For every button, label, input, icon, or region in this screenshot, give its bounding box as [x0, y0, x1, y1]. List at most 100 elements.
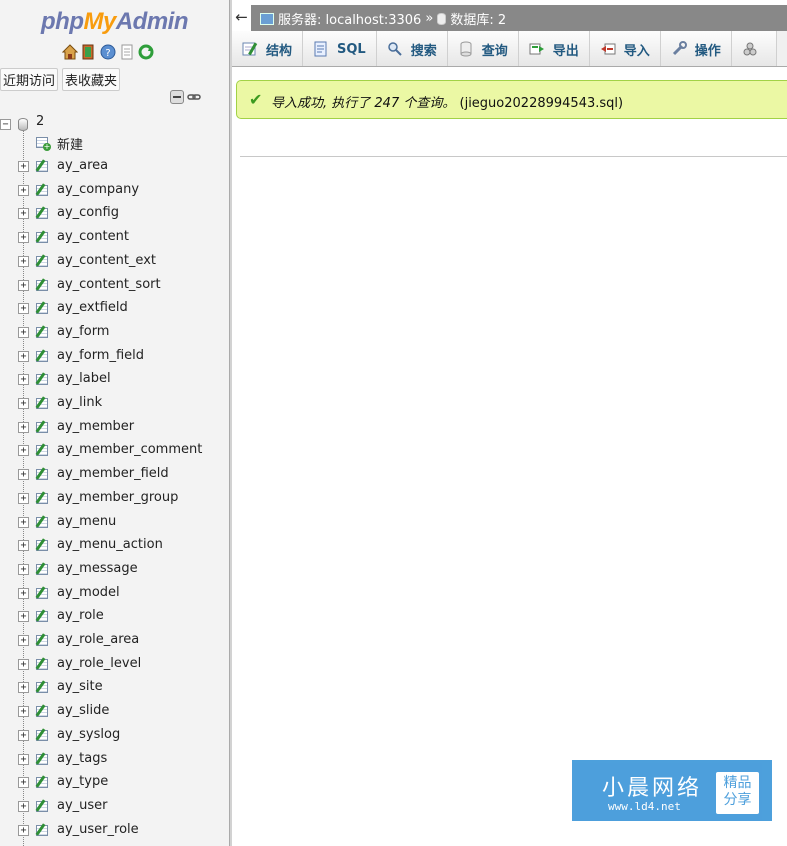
table-name[interactable]: ay_message — [57, 561, 138, 576]
table-icon[interactable] — [34, 609, 50, 623]
table-name[interactable]: ay_user_role — [57, 822, 139, 837]
expand-icon[interactable]: + — [18, 729, 29, 741]
tree-table-item[interactable]: + ay_link — [0, 393, 229, 415]
tree-table-item[interactable]: + ay_area — [0, 156, 229, 178]
expand-icon[interactable]: + — [18, 326, 29, 338]
expand-icon[interactable]: + — [18, 540, 29, 552]
tree-table-item[interactable]: + ay_menu — [0, 512, 229, 534]
expand-icon[interactable]: + — [18, 492, 29, 504]
breadcrumb-database[interactable]: 数据库: 2 — [450, 9, 506, 28]
expand-icon[interactable]: + — [18, 184, 29, 196]
table-icon[interactable] — [34, 159, 50, 173]
tree-new-table[interactable]: + 新建 — [0, 132, 229, 154]
expand-icon[interactable]: + — [18, 563, 29, 575]
collapse-all-icon[interactable] — [170, 90, 184, 104]
table-icon[interactable] — [34, 704, 50, 718]
collapse-icon[interactable]: − — [0, 119, 11, 130]
expand-icon[interactable]: + — [18, 824, 29, 836]
home-icon[interactable] — [61, 44, 79, 60]
tree-table-item[interactable]: + ay_member — [0, 417, 229, 439]
tree-table-item[interactable]: + ay_model — [0, 583, 229, 605]
table-icon[interactable] — [34, 657, 50, 671]
table-name[interactable]: ay_site — [57, 679, 103, 694]
tree-table-item[interactable]: + ay_role — [0, 606, 229, 628]
expand-icon[interactable]: + — [18, 800, 29, 812]
table-icon[interactable] — [34, 491, 50, 505]
tree-table-item[interactable]: + ay_content_sort — [0, 275, 229, 297]
reload-icon[interactable] — [138, 44, 154, 60]
table-icon[interactable] — [34, 443, 50, 457]
table-name[interactable]: ay_menu_action — [57, 537, 163, 552]
expand-icon[interactable]: + — [18, 232, 29, 244]
tree-table-item[interactable]: + ay_content_ext — [0, 251, 229, 273]
tab-structure[interactable]: 结构 — [232, 31, 304, 66]
tab-more[interactable] — [731, 31, 777, 66]
table-name[interactable]: ay_slide — [57, 703, 109, 718]
tree-table-item[interactable]: + ay_extfield — [0, 298, 229, 320]
table-name[interactable]: ay_model — [57, 585, 120, 600]
table-icon[interactable] — [34, 562, 50, 576]
table-icon[interactable] — [34, 799, 50, 813]
table-name[interactable]: ay_config — [57, 205, 119, 220]
expand-icon[interactable]: + — [18, 303, 29, 315]
tree-table-item[interactable]: + ay_form — [0, 322, 229, 344]
expand-icon[interactable]: + — [18, 777, 29, 789]
expand-icon[interactable]: + — [18, 587, 29, 599]
table-name[interactable]: ay_member_group — [57, 490, 178, 505]
help-icon[interactable]: ? — [100, 44, 116, 60]
table-name[interactable]: ay_role_level — [57, 656, 141, 671]
tree-table-item[interactable]: + ay_member_field — [0, 464, 229, 486]
tree-table-item[interactable]: + ay_role_level — [0, 654, 229, 676]
back-arrow-icon[interactable]: ← — [232, 5, 252, 31]
table-name[interactable]: ay_area — [57, 158, 108, 173]
expand-icon[interactable]: + — [18, 161, 29, 172]
docs-icon[interactable] — [119, 44, 135, 60]
table-name[interactable]: ay_content_sort — [57, 277, 161, 292]
tree-table-item[interactable]: + ay_label — [0, 369, 229, 391]
expand-icon[interactable]: + — [18, 421, 29, 433]
table-icon[interactable] — [34, 254, 50, 268]
expand-icon[interactable]: + — [18, 658, 29, 670]
table-name[interactable]: ay_label — [57, 371, 111, 386]
expand-icon[interactable]: + — [18, 350, 29, 362]
expand-icon[interactable]: + — [18, 445, 29, 457]
expand-icon[interactable]: + — [18, 516, 29, 528]
tab-import[interactable]: 导入 — [589, 31, 661, 66]
table-name[interactable]: ay_role — [57, 608, 104, 623]
table-name[interactable]: ay_content — [57, 229, 129, 244]
table-name[interactable]: ay_form_field — [57, 348, 144, 363]
exit-icon[interactable] — [81, 44, 97, 60]
expand-icon[interactable]: + — [18, 208, 29, 220]
table-icon[interactable] — [34, 633, 50, 647]
tree-table-item[interactable]: + ay_role_area — [0, 630, 229, 652]
tab-search[interactable]: 搜索 — [376, 31, 448, 66]
tree-table-item[interactable]: + ay_slide — [0, 701, 229, 723]
tree-table-item[interactable]: + ay_site — [0, 677, 229, 699]
tree-table-item[interactable]: + ay_type — [0, 772, 229, 794]
tree-table-item[interactable]: + ay_user — [0, 796, 229, 818]
table-icon[interactable] — [34, 277, 50, 292]
table-icon[interactable] — [34, 467, 50, 481]
breadcrumb-server[interactable]: 服务器: localhost:3306 — [278, 9, 421, 28]
tree-table-item[interactable]: + ay_tags — [0, 749, 229, 771]
database-name[interactable]: 2 — [36, 114, 44, 129]
tree-table-item[interactable]: + ay_menu_action — [0, 535, 229, 557]
tab-export[interactable]: 导出 — [518, 31, 590, 66]
table-name[interactable]: ay_syslog — [57, 727, 120, 742]
expand-icon[interactable]: + — [18, 279, 29, 291]
tab-wrench[interactable]: 操作 — [660, 31, 732, 66]
tree-table-item[interactable]: + ay_content — [0, 227, 229, 249]
table-name[interactable]: ay_member_comment — [57, 442, 202, 457]
table-icon[interactable] — [34, 680, 50, 694]
table-name[interactable]: ay_extfield — [57, 300, 128, 315]
table-name[interactable]: ay_content_ext — [57, 253, 156, 268]
table-name[interactable]: ay_form — [57, 324, 109, 339]
expand-icon[interactable]: + — [18, 374, 29, 386]
table-name[interactable]: ay_member_field — [57, 466, 169, 481]
tree-database-node[interactable]: − 2 — [0, 114, 229, 134]
tree-table-item[interactable]: + ay_config — [0, 203, 229, 225]
phpmyadmin-logo[interactable]: phpMyAdmin — [0, 8, 229, 36]
tree-table-item[interactable]: + ay_user_role — [0, 820, 229, 842]
table-icon[interactable] — [34, 230, 50, 244]
panel-resizer[interactable] — [229, 0, 232, 846]
